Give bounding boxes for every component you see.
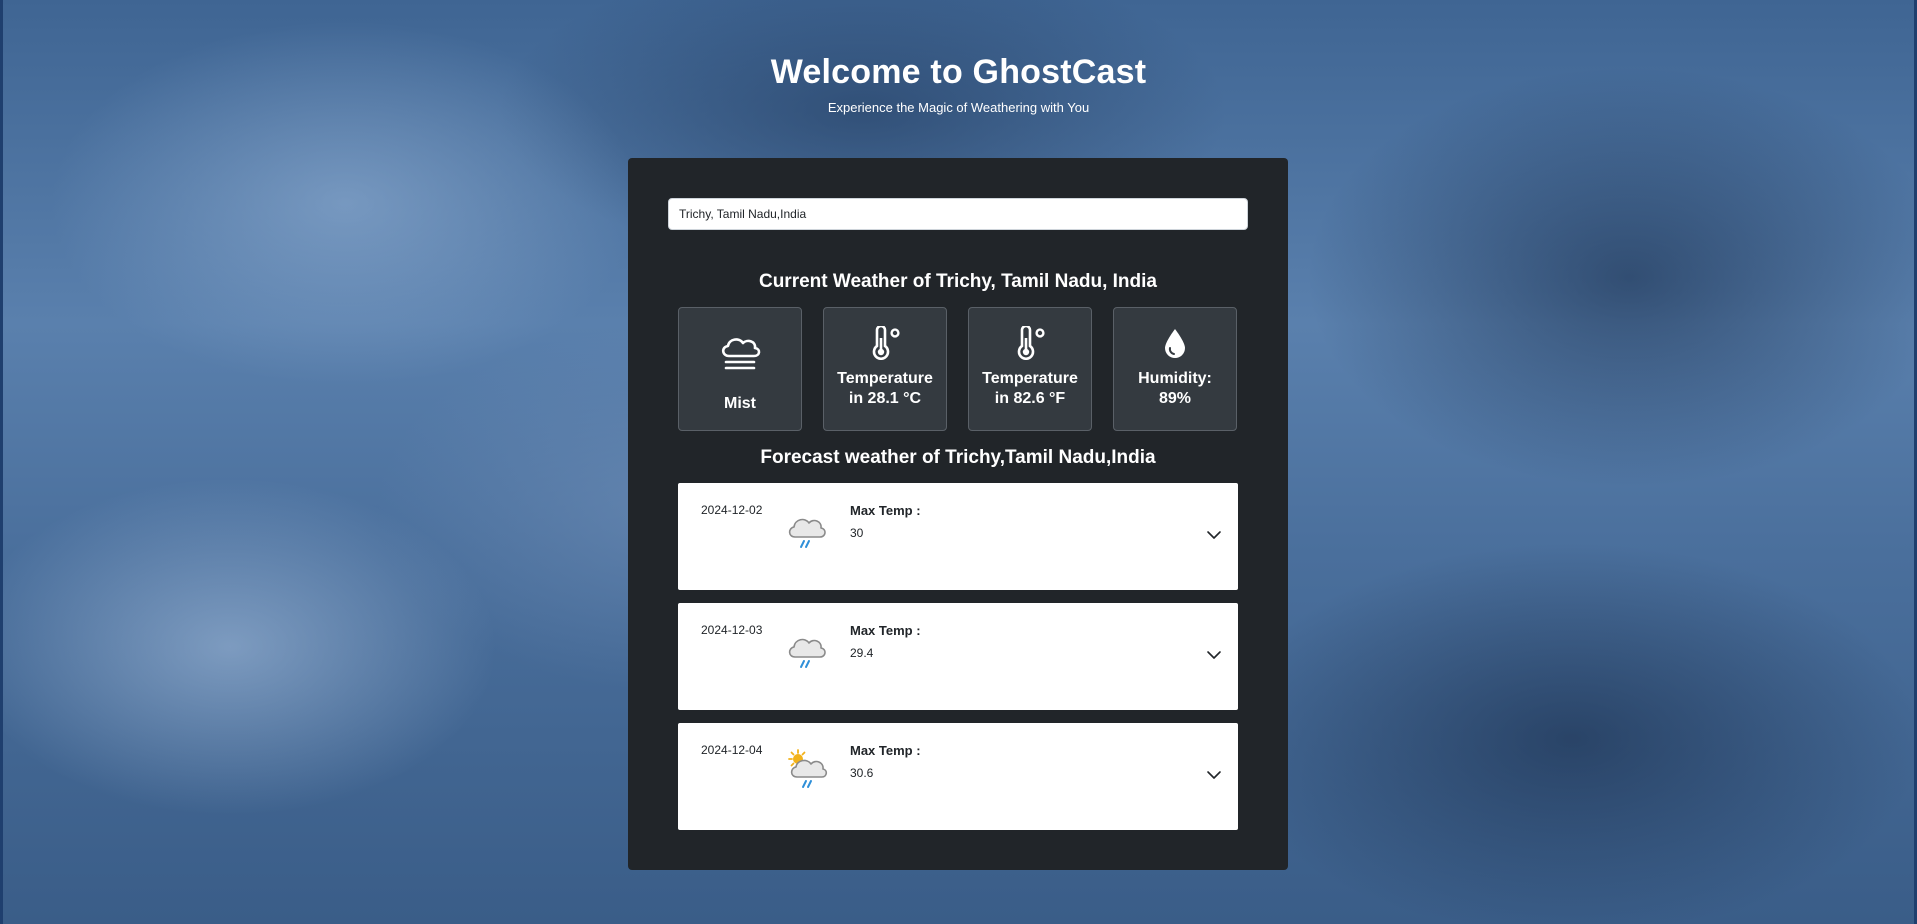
humidity-card: Humidity: 89% <box>1113 307 1237 431</box>
water-drop-icon <box>1114 326 1236 360</box>
max-temp-value: 30.6 <box>850 766 874 780</box>
page-subtitle: Experience the Magic of Weathering with … <box>827 100 1090 115</box>
temperature-celsius-value: in 28.1 °C <box>848 390 922 407</box>
forecast-item[interactable]: 2024-12-03 Max Temp : 29.4 <box>678 603 1238 710</box>
sun-rain-cloud-icon <box>788 749 828 788</box>
condition-card: Mist <box>678 307 802 431</box>
forecast-date: 2024-12-04 <box>701 743 763 757</box>
max-temp-value: 30 <box>850 526 864 540</box>
forecast-date: 2024-12-03 <box>701 623 763 637</box>
window-frame-left <box>0 0 3 924</box>
thermometer-icon <box>969 326 1091 360</box>
temperature-celsius-label: Temperature <box>837 370 933 387</box>
max-temp-label: Max Temp : <box>850 503 921 518</box>
humidity-label: Humidity: <box>1138 370 1212 387</box>
cloud-fog-icon <box>679 336 801 370</box>
forecast-item[interactable]: 2024-12-02 Max Temp : 30 <box>678 483 1238 590</box>
condition-label: Mist <box>724 395 756 412</box>
rain-cloud-icon <box>788 518 826 548</box>
forecast-title: Forecast weather of Trichy,Tamil Nadu,In… <box>760 447 1156 468</box>
hero-header: Welcome to GhostCast Experience the Magi… <box>0 50 1917 116</box>
forecast-date: 2024-12-02 <box>701 503 763 517</box>
weather-panel: Current Weather of Trichy, Tamil Nadu, I… <box>628 158 1288 870</box>
humidity-value: 89% <box>1158 390 1192 407</box>
chevron-down-icon[interactable] <box>1206 529 1222 541</box>
max-temp-value: 29.4 <box>850 646 874 660</box>
temperature-fahrenheit-label: Temperature <box>982 370 1078 387</box>
temperature-fahrenheit-card: Temperature in 82.6 °F <box>968 307 1092 431</box>
page-title: Welcome to GhostCast <box>770 53 1147 91</box>
rain-cloud-icon <box>788 638 826 668</box>
temperature-celsius-card: Temperature in 28.1 °C <box>823 307 947 431</box>
current-weather-title: Current Weather of Trichy, Tamil Nadu, I… <box>758 271 1157 292</box>
max-temp-label: Max Temp : <box>850 743 921 758</box>
location-search-input[interactable] <box>668 198 1248 230</box>
current-weather-cards: Mist Temperature in 28.1 °C Temperature … <box>678 307 1238 433</box>
max-temp-label: Max Temp : <box>850 623 921 638</box>
chevron-down-icon[interactable] <box>1206 649 1222 661</box>
chevron-down-icon[interactable] <box>1206 769 1222 781</box>
thermometer-icon <box>824 326 946 360</box>
temperature-fahrenheit-value: in 82.6 °F <box>994 390 1066 407</box>
forecast-item[interactable]: 2024-12-04 Max Temp : 30.6 <box>678 723 1238 830</box>
